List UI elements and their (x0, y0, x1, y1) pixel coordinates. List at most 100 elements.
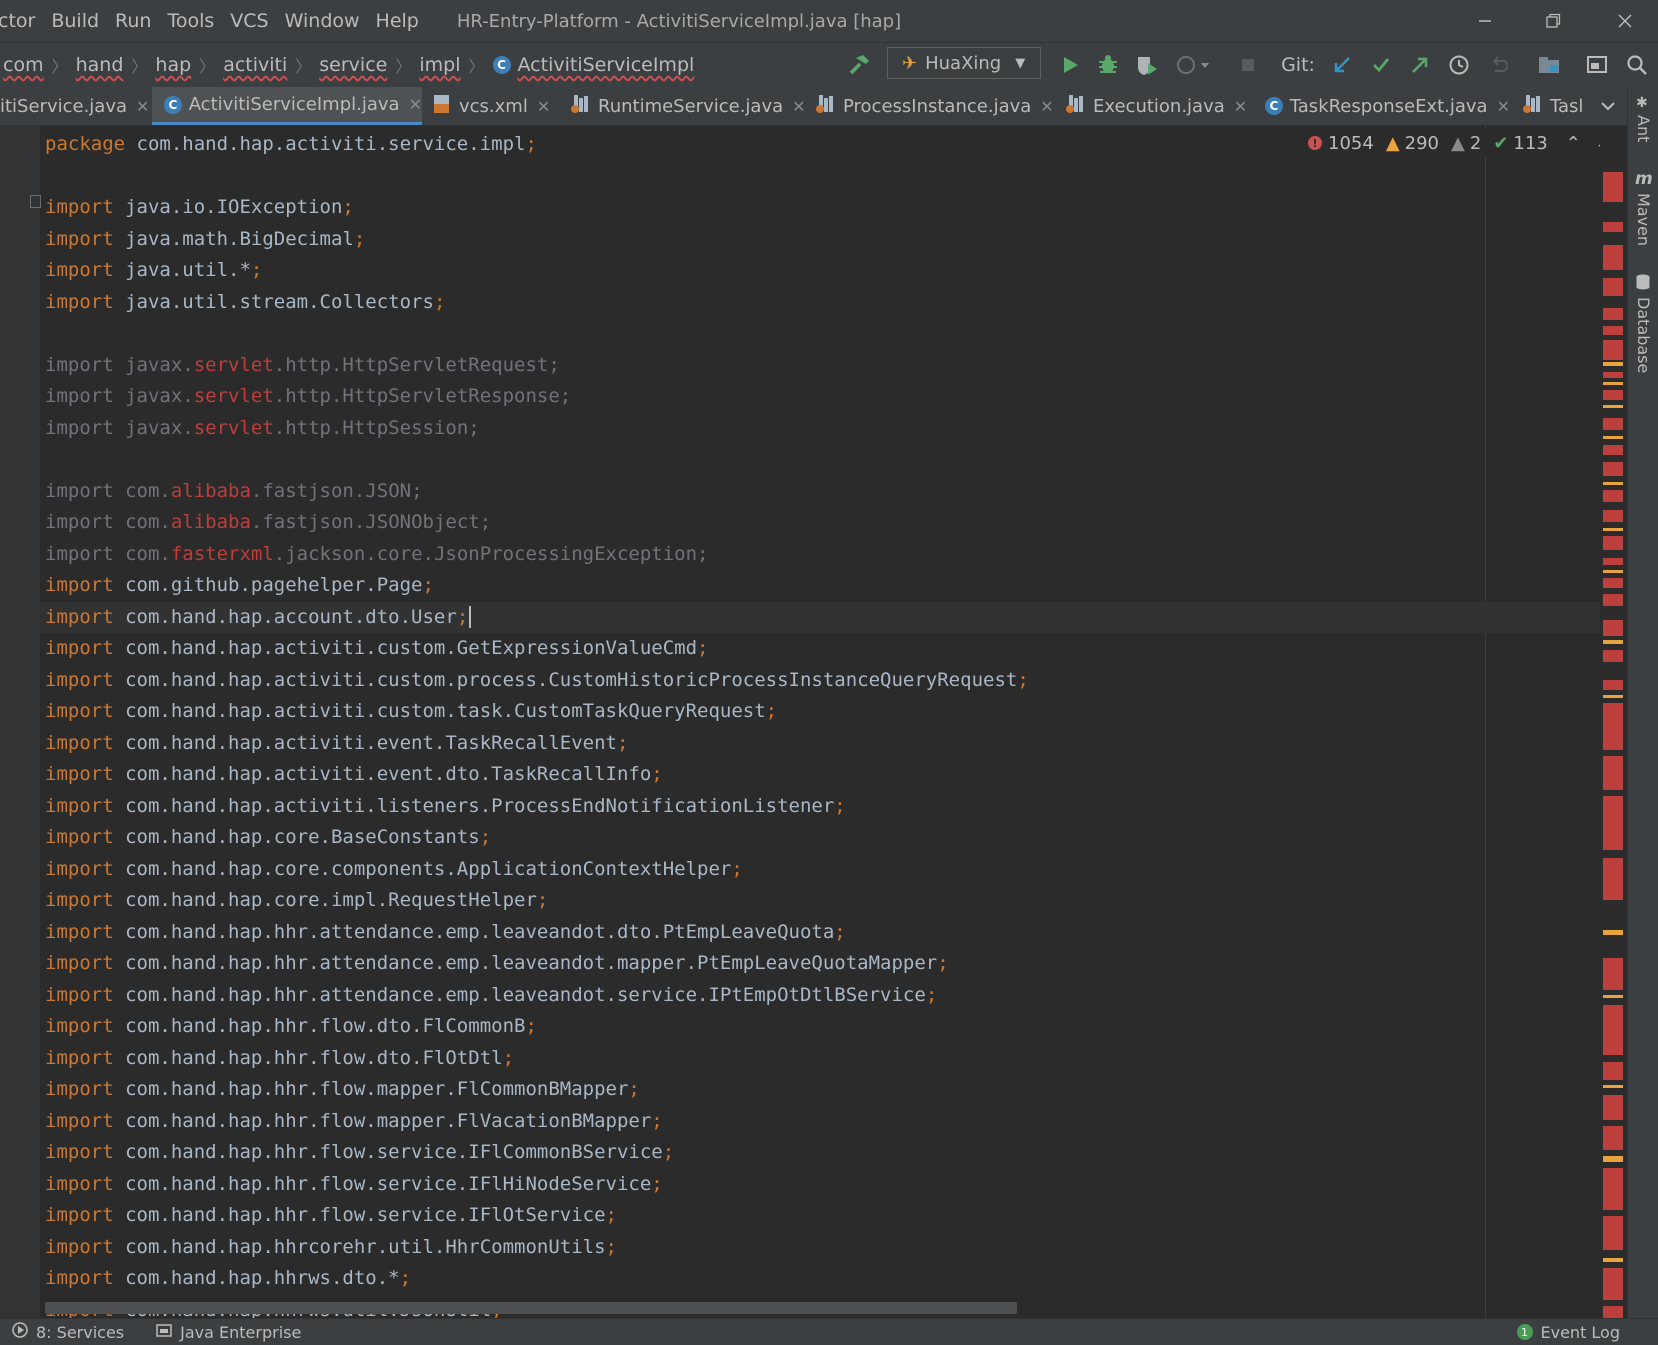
error-stripe-mark[interactable] (1603, 1095, 1623, 1120)
menu-item-run[interactable]: Run (107, 10, 159, 32)
git-update-icon[interactable] (1327, 49, 1357, 81)
breadcrumb-impl[interactable]: impl (419, 54, 460, 76)
close-icon[interactable] (1595, 0, 1655, 42)
rollback-icon[interactable] (1484, 49, 1514, 81)
error-stripe-mark[interactable] (1603, 1085, 1623, 1088)
tab-activiti-service[interactable]: itiService.java ✕ (0, 87, 150, 125)
tab-task-response-ext[interactable]: C TaskResponseExt.java ✕ (1265, 87, 1510, 125)
error-stripe-mark[interactable] (1603, 278, 1623, 296)
menu-item-help[interactable]: Help (368, 10, 427, 32)
error-stripe-mark[interactable] (1603, 382, 1623, 385)
error-stripe-mark[interactable] (1603, 1268, 1623, 1300)
line-gutter[interactable] (0, 125, 40, 1318)
error-stripe-mark[interactable] (1603, 695, 1623, 698)
error-stripe-mark[interactable] (1603, 995, 1623, 998)
error-stripe-mark[interactable] (1603, 245, 1623, 270)
error-stripe-mark[interactable] (1603, 1216, 1623, 1250)
breadcrumb-hap[interactable]: hap (155, 54, 191, 76)
debug-icon[interactable] (1093, 49, 1123, 81)
tab-task[interactable]: Tasl (1522, 87, 1587, 125)
error-stripe-mark[interactable] (1603, 362, 1623, 366)
profiler-icon[interactable] (1174, 49, 1216, 81)
project-structure-icon[interactable] (1532, 49, 1566, 81)
error-stripe-mark[interactable] (1603, 594, 1623, 606)
git-commit-icon[interactable] (1366, 49, 1396, 81)
menu-item-refactor[interactable]: ctor (0, 10, 43, 32)
tab-list-chevron-icon[interactable] (1593, 87, 1623, 125)
error-stripe-mark[interactable] (1603, 490, 1623, 502)
restore-icon[interactable] (1523, 0, 1583, 42)
error-stripe-mark[interactable] (1603, 756, 1623, 790)
error-stripe-mark[interactable] (1603, 482, 1623, 485)
close-icon[interactable]: ✕ (409, 95, 422, 114)
error-stripe-mark[interactable] (1603, 372, 1623, 378)
error-stripe-mark[interactable] (1603, 620, 1623, 636)
search-icon[interactable] (1621, 49, 1653, 81)
error-stripe-mark[interactable] (1603, 405, 1623, 408)
presentation-icon[interactable] (1581, 49, 1613, 81)
close-icon[interactable]: ✕ (1234, 97, 1247, 116)
error-stripe-mark[interactable] (1603, 796, 1623, 850)
error-stripe-mark[interactable] (1603, 1258, 1623, 1262)
error-stripe-mark[interactable] (1603, 1306, 1623, 1318)
run-with-coverage-icon[interactable] (1131, 49, 1163, 81)
menu-item-build[interactable]: Build (43, 10, 107, 32)
tab-execution[interactable]: Execution.java ✕ (1065, 87, 1247, 125)
stop-icon[interactable] (1234, 49, 1262, 81)
error-stripe[interactable] (1603, 150, 1623, 1318)
horizontal-scrollbar[interactable] (45, 1302, 1017, 1314)
tab-process-instance[interactable]: ProcessInstance.java ✕ (815, 87, 1054, 125)
build-hammer-icon[interactable] (843, 49, 875, 81)
breadcrumb-activiti[interactable]: activiti (223, 54, 287, 76)
tab-vcs-xml[interactable]: vcs.xml ✕ (433, 87, 563, 125)
close-icon[interactable]: ✕ (1040, 97, 1053, 116)
git-push-icon[interactable] (1405, 49, 1435, 81)
error-stripe-mark[interactable] (1603, 640, 1623, 644)
error-stripe-mark[interactable] (1603, 462, 1623, 476)
event-log-tool-window[interactable]: Event Log (1541, 1323, 1621, 1342)
error-stripe-mark[interactable] (1603, 958, 1623, 990)
error-stripe-mark[interactable] (1603, 418, 1623, 430)
minimize-icon[interactable] (1455, 0, 1515, 42)
error-stripe-mark[interactable] (1603, 536, 1623, 550)
java-enterprise-tool-window[interactable]: Java Enterprise (180, 1323, 301, 1342)
tab-runtime-service[interactable]: RuntimeService.java ✕ (570, 87, 806, 125)
close-icon[interactable]: ✕ (792, 97, 805, 116)
error-stripe-mark[interactable] (1603, 445, 1623, 455)
error-stripe-mark[interactable] (1603, 650, 1623, 662)
menu-item-window[interactable]: Window (277, 10, 368, 32)
error-stripe-mark[interactable] (1603, 172, 1623, 202)
tool-window-ant[interactable]: Ant (1634, 115, 1653, 142)
error-stripe-mark[interactable] (1603, 558, 1623, 565)
menu-item-tools[interactable]: Tools (159, 10, 222, 32)
error-stripe-mark[interactable] (1603, 326, 1623, 335)
close-icon[interactable]: ✕ (1497, 97, 1510, 116)
tool-window-database[interactable]: Database (1634, 297, 1653, 373)
error-stripe-mark[interactable] (1603, 930, 1623, 935)
error-stripe-mark[interactable] (1603, 308, 1623, 320)
error-stripe-mark[interactable] (1603, 510, 1623, 522)
error-stripe-mark[interactable] (1603, 578, 1623, 588)
error-stripe-mark[interactable] (1603, 222, 1623, 232)
breadcrumb-class[interactable]: ActivitiServiceImpl (518, 54, 695, 76)
error-stripe-mark[interactable] (1603, 528, 1623, 531)
error-stripe-mark[interactable] (1603, 1156, 1623, 1162)
error-stripe-mark[interactable] (1603, 680, 1623, 690)
fold-marker-icon[interactable] (30, 195, 41, 208)
tool-window-maven[interactable]: Maven (1634, 193, 1653, 246)
close-icon[interactable]: ✕ (136, 97, 149, 116)
error-stripe-mark[interactable] (1603, 1126, 1623, 1150)
tab-activiti-service-impl[interactable]: C ActivitiServiceImpl.java ✕ (152, 87, 422, 125)
error-stripe-mark[interactable] (1603, 570, 1623, 573)
run-configuration-select[interactable]: ✈ HuaXing ▼ (887, 47, 1041, 79)
error-stripe-mark[interactable] (1603, 1168, 1623, 1210)
breadcrumb-hand[interactable]: hand (76, 54, 124, 76)
breadcrumb-service[interactable]: service (319, 54, 387, 76)
error-stripe-mark[interactable] (1603, 1005, 1623, 1055)
code-editor[interactable]: !1054 ▲290 ▲2 ✔113 ⌃ ⌄ package com.hand.… (0, 125, 1600, 1318)
close-icon[interactable]: ✕ (537, 97, 550, 116)
run-icon[interactable] (1055, 49, 1085, 81)
error-stripe-mark[interactable] (1603, 703, 1623, 750)
error-stripe-mark[interactable] (1603, 436, 1623, 439)
history-clock-icon[interactable] (1444, 49, 1474, 81)
